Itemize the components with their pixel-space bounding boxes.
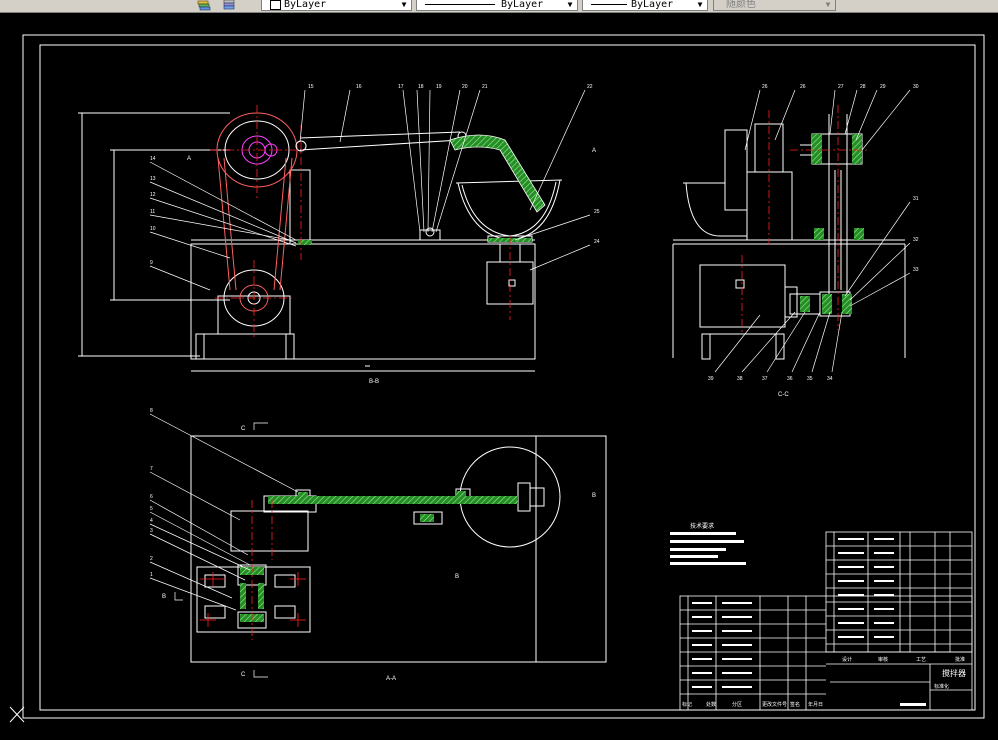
cc-sections — [800, 134, 864, 314]
layer-properties-icon[interactable] — [197, 0, 211, 11]
color-dropdown-value: ByLayer — [284, 0, 327, 10]
callout-label: 38 — [737, 376, 743, 382]
tb-cell: 审核 — [878, 656, 888, 663]
linetype-dropdown-value: ByLayer — [501, 0, 544, 10]
callout-label: 36 — [787, 376, 793, 382]
callout-label: 29 — [880, 84, 886, 90]
callout-label: 26 — [762, 84, 768, 90]
callout-label: 21 — [482, 84, 488, 90]
view-mark-a-right: A — [592, 148, 596, 154]
cc-leaders — [714, 89, 911, 373]
stirrer-arm — [449, 134, 546, 213]
lineweight-dropdown[interactable]: ByLayer ▼ — [582, 0, 708, 11]
tech-requirements-title: 技术要求 — [690, 522, 714, 530]
tb-label: 签名 — [790, 701, 800, 708]
callout-label: 24 — [594, 239, 600, 245]
callout-label: 20 — [462, 84, 468, 90]
callout-label: 11 — [150, 209, 155, 215]
callout-label: 32 — [913, 237, 919, 243]
callout-label: 27 — [838, 84, 844, 90]
lineweight-dropdown-value: ByLayer — [631, 0, 674, 10]
callout-label: 8 — [150, 408, 153, 414]
plotstyle-dropdown-value: 随颜色 — [726, 0, 756, 10]
view-mark-b-right: B — [592, 493, 596, 499]
callout-label: 34 — [827, 376, 833, 382]
callout-label: 6 — [150, 494, 153, 500]
callout-label: 18 — [418, 84, 424, 90]
section-label-aa: A-A — [386, 676, 396, 682]
view-mark-b-left: B — [162, 594, 166, 600]
section-label-cc: C-C — [778, 392, 789, 398]
aa-leaders — [149, 413, 299, 678]
view-aa — [190, 435, 607, 663]
tb-label: 更改文件号 — [762, 701, 787, 708]
tb-label: 分区 — [732, 701, 742, 708]
color-swatch-icon — [270, 0, 281, 10]
view-mark-c-bottom: C — [241, 672, 246, 678]
title-block — [679, 531, 973, 711]
callout-label: 35 — [807, 376, 813, 382]
callout-label: 1 — [150, 572, 153, 578]
callout-label: 3 — [150, 528, 153, 534]
callout-label: 17 — [398, 84, 404, 90]
callout-label: 26 — [800, 84, 806, 90]
callout-label: 5 — [150, 506, 153, 512]
tb-label: 标记 — [682, 701, 692, 708]
aa-callouts: 8 7 6 5 4 3 2 1 — [150, 408, 153, 578]
cad-drawing: B-B C-C A-A A A C C B B B 技术要求 搅拌器 15 16… — [9, 34, 985, 723]
chevron-down-icon[interactable]: ▼ — [565, 0, 575, 12]
color-dropdown[interactable]: ByLayer ▼ — [261, 0, 412, 11]
bb-section-1 — [298, 240, 312, 245]
callout-label: 28 — [860, 84, 866, 90]
callout-label: 9 — [150, 260, 153, 266]
view-mark-b-center: B — [455, 574, 459, 580]
tb-label: 年月日 — [808, 701, 823, 708]
chevron-down-icon[interactable]: ▼ — [823, 0, 833, 12]
callout-label: 33 — [913, 267, 919, 273]
callout-label: 10 — [150, 226, 156, 232]
callout-label: 19 — [436, 84, 442, 90]
section-label-bb: B-B — [369, 379, 379, 385]
view-mark-c-top: C — [241, 426, 246, 432]
callout-label: 39 — [708, 376, 714, 382]
layer-states-icon[interactable] — [222, 0, 236, 10]
chevron-down-icon[interactable]: ▼ — [695, 0, 705, 12]
tech-requirements — [670, 532, 746, 565]
callout-label: 16 — [356, 84, 362, 90]
callout-label: 7 — [150, 466, 153, 472]
title-block-drawing-name: 搅拌器 — [942, 668, 966, 678]
callout-label: 15 — [308, 84, 314, 90]
lineweight-preview — [591, 4, 627, 5]
callout-label: 30 — [913, 84, 919, 90]
tb-cell: 设计 — [842, 656, 852, 663]
callout-label: 22 — [587, 84, 593, 90]
view-mark-a-top: A — [187, 156, 191, 162]
callout-label: 2 — [150, 556, 153, 562]
plotstyle-dropdown[interactable]: 随颜色 ▼ — [713, 0, 836, 11]
outer-border — [22, 34, 985, 719]
callout-label: 31 — [913, 196, 919, 202]
linetype-preview — [425, 4, 495, 5]
callout-label: 12 — [150, 192, 156, 198]
tb-cell: 工艺 — [916, 657, 926, 663]
callout-label: 13 — [150, 176, 156, 182]
callout-label: 37 — [762, 376, 768, 382]
chevron-down-icon[interactable]: ▼ — [399, 0, 409, 12]
tb-cell: 标准化 — [934, 683, 949, 690]
view-cc — [672, 114, 906, 360]
callout-label: 25 — [594, 209, 600, 215]
callout-label: 4 — [150, 518, 153, 524]
drawing-canvas[interactable]: B-B C-C A-A A A C C B B B 技术要求 搅拌器 15 16… — [0, 13, 998, 735]
tb-cell: 批准 — [955, 656, 965, 663]
ucs-icon — [9, 706, 25, 723]
properties-toolbar: ByLayer ▼ ByLayer ▼ ByLayer ▼ 随颜色 ▼ — [0, 0, 998, 13]
tb-label: 处数 — [706, 701, 716, 708]
cc-callouts: 26 26 27 28 29 30 31 32 33 39 38 37 36 3… — [708, 84, 919, 382]
linetype-dropdown[interactable]: ByLayer ▼ — [416, 0, 578, 11]
callout-label: 14 — [150, 156, 156, 162]
